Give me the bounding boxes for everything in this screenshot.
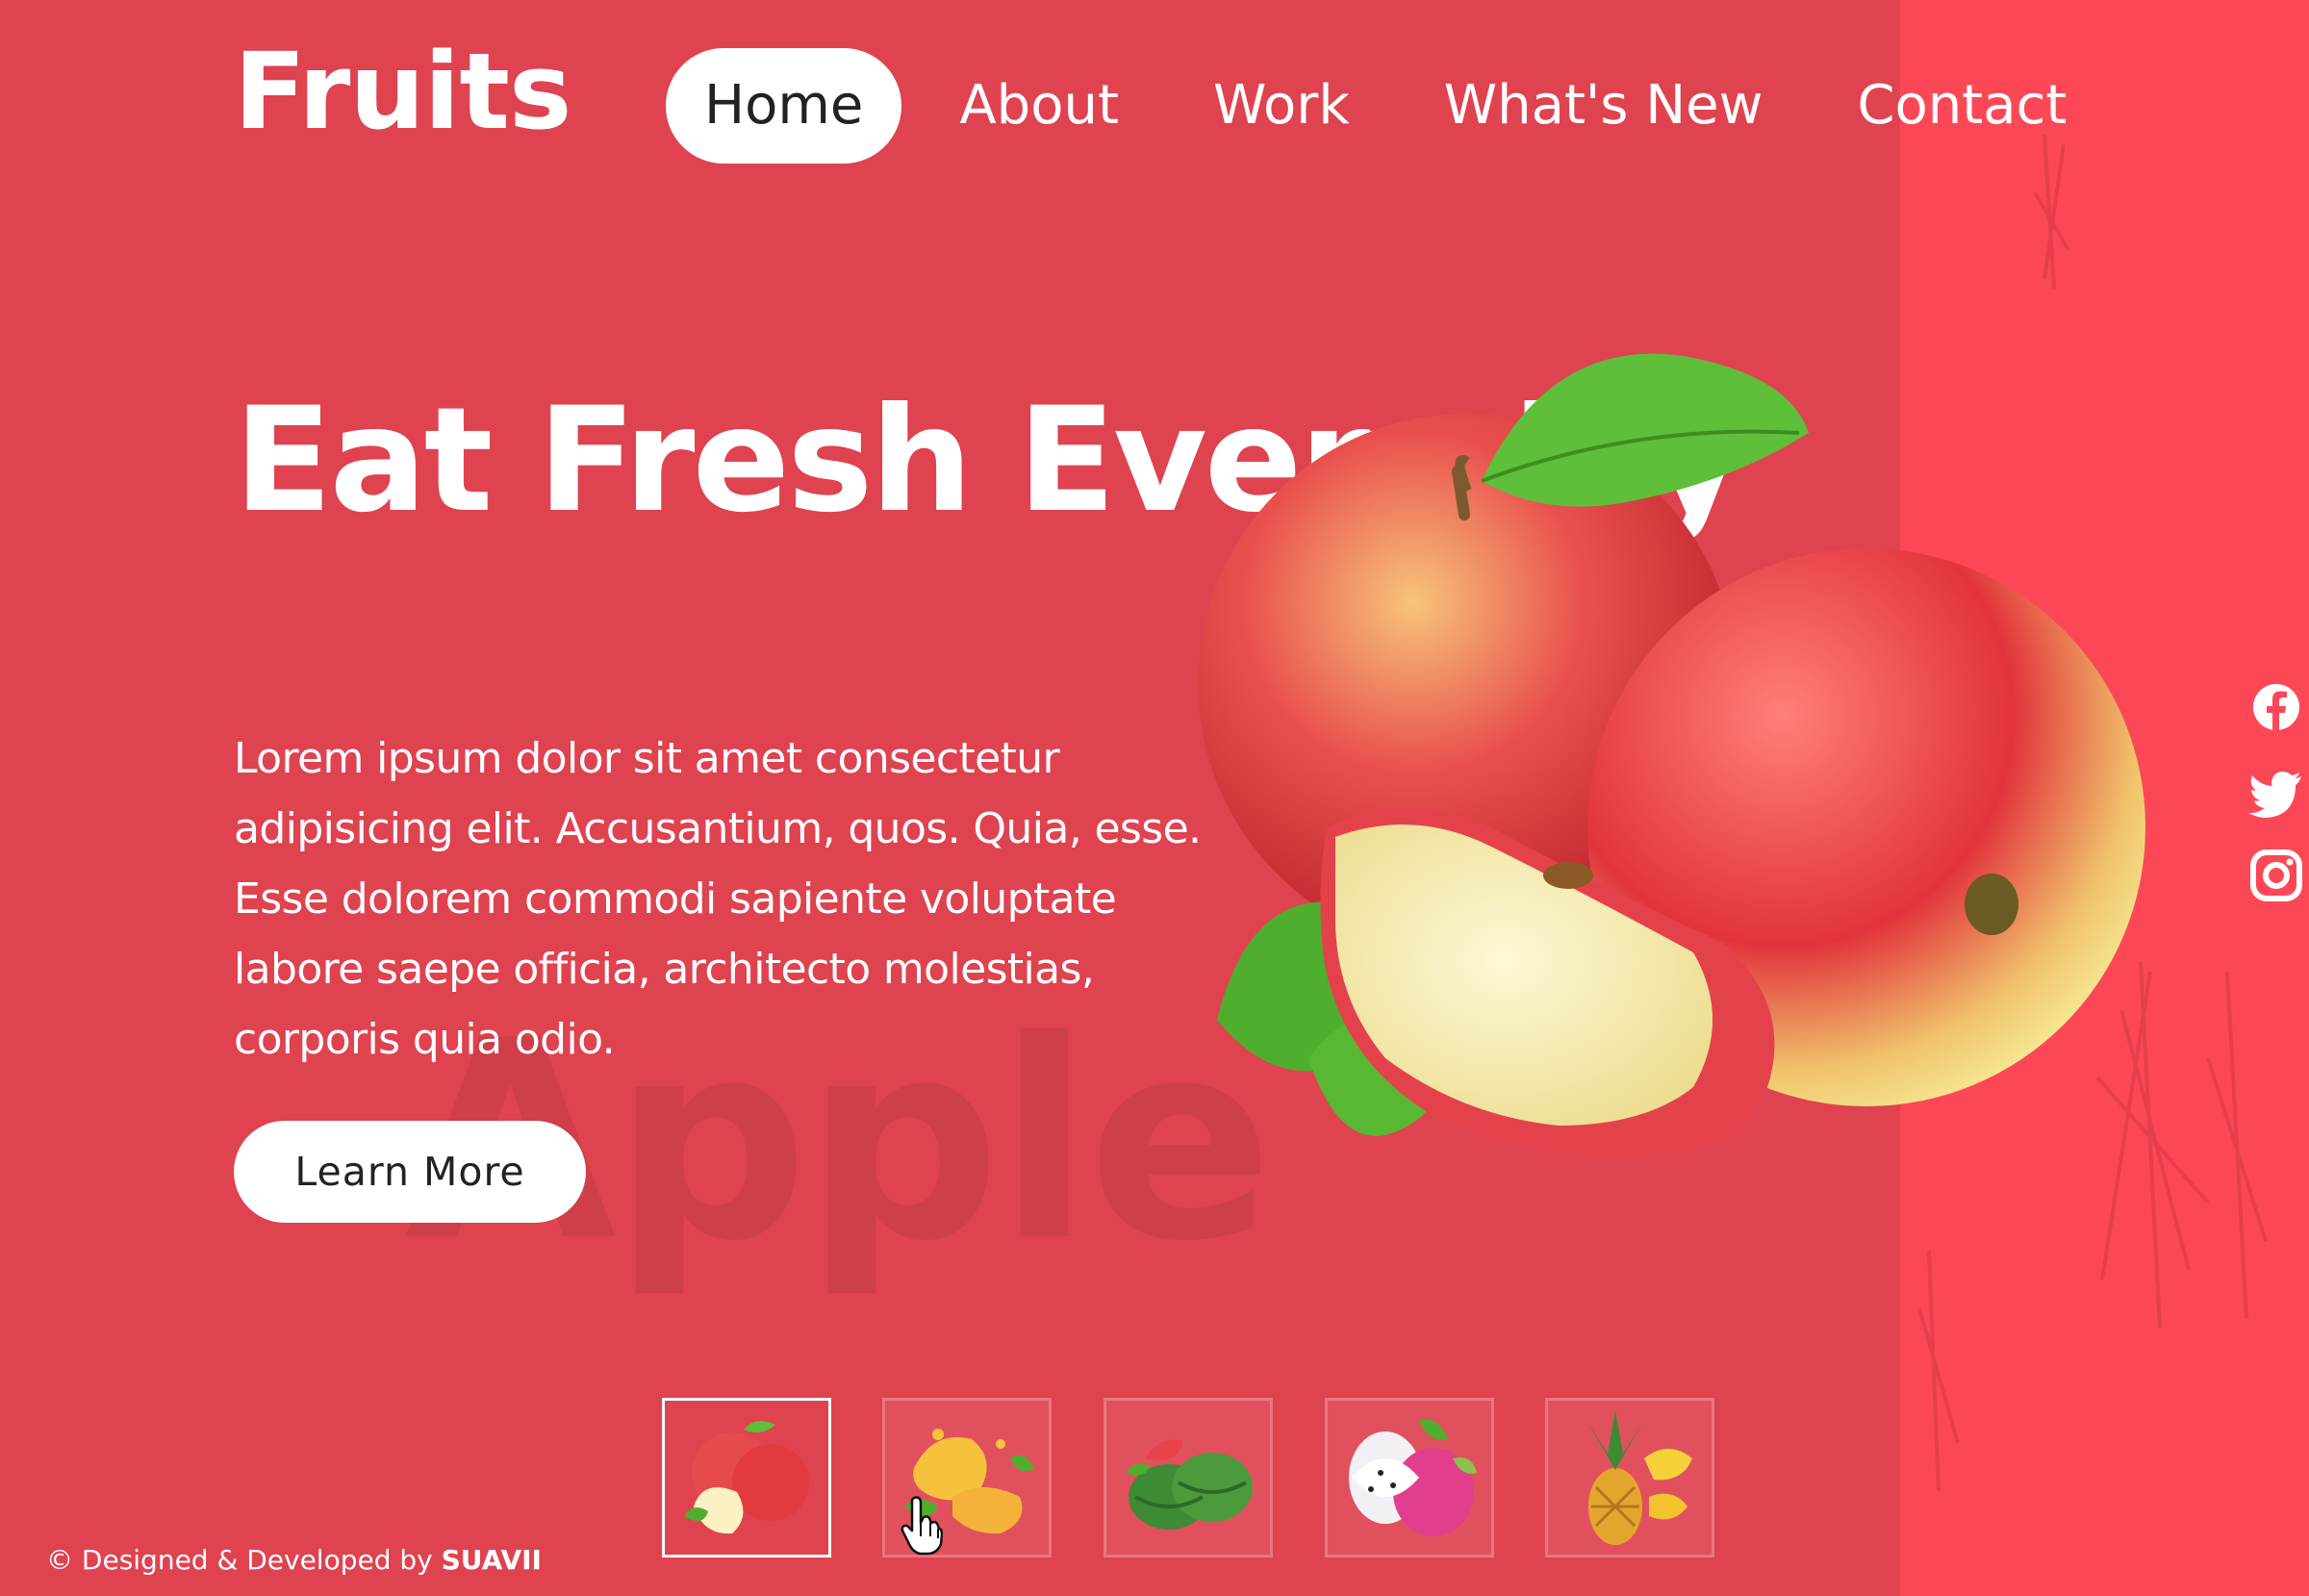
hero-description: Lorem ipsum dolor sit amet consectetur a… bbox=[234, 734, 1202, 1064]
apple-thumbnail-image bbox=[684, 1421, 809, 1534]
brand-logo[interactable]: Fruits bbox=[234, 38, 571, 144]
thumbnail-apple[interactable] bbox=[662, 1398, 831, 1558]
apples-image bbox=[1198, 353, 2145, 1156]
nav-contact[interactable]: Contact bbox=[1857, 79, 2067, 133]
pineapple-thumbnail-image bbox=[1586, 1410, 1692, 1545]
thumbnail-dragon-fruit[interactable] bbox=[1325, 1398, 1494, 1558]
watermelon-thumbnail-image bbox=[1126, 1439, 1253, 1530]
nav-work[interactable]: Work bbox=[1213, 79, 1350, 133]
nav-about[interactable]: About bbox=[959, 79, 1119, 133]
thumbnail-pineapple[interactable] bbox=[1545, 1398, 1714, 1558]
twitter-icon[interactable] bbox=[2247, 763, 2305, 821]
footer-credit: © Designed & Developed by SUAVII bbox=[46, 1547, 542, 1574]
dragon-fruit-thumbnail-image bbox=[1349, 1419, 1477, 1536]
footer-credit-text: © Designed & Developed by bbox=[46, 1544, 433, 1576]
learn-more-button[interactable]: Learn More bbox=[234, 1121, 586, 1223]
main-nav: Home About Work What's New Contact bbox=[666, 46, 2067, 165]
thumbnail-watermelon[interactable] bbox=[1104, 1398, 1273, 1558]
facebook-icon[interactable] bbox=[2247, 678, 2305, 736]
nav-whats-new[interactable]: What's New bbox=[1444, 79, 1763, 133]
mouse-pointer-icon bbox=[901, 1496, 943, 1556]
instagram-icon[interactable] bbox=[2247, 847, 2305, 904]
nav-home[interactable]: Home bbox=[666, 48, 902, 164]
footer-author[interactable]: SUAVII bbox=[442, 1544, 542, 1576]
